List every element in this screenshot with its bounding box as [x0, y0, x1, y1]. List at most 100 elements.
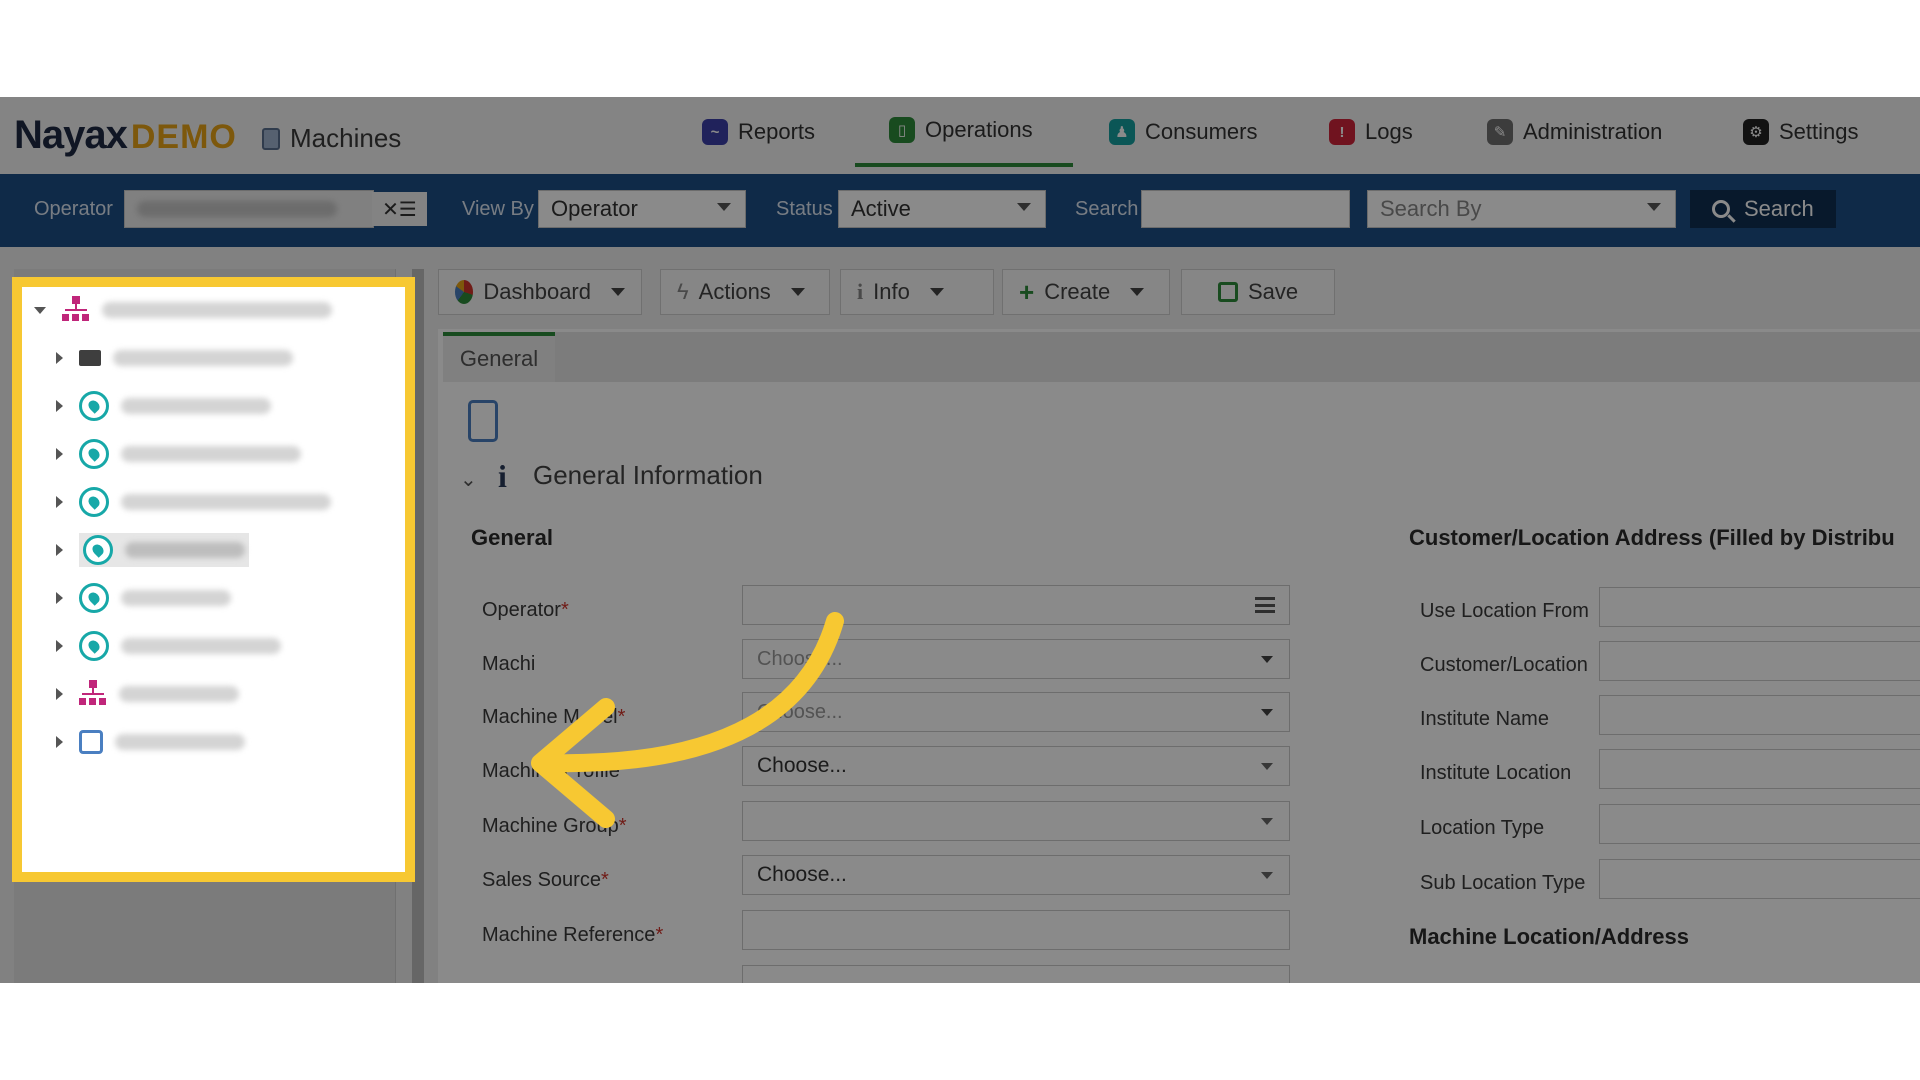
tree-row-location[interactable] [56, 483, 331, 521]
expand-arrow-icon[interactable] [56, 688, 63, 700]
tree-row-root[interactable] [34, 291, 332, 329]
sales-source-select[interactable]: Choose... [742, 855, 1290, 895]
expand-arrow-icon[interactable] [56, 400, 63, 412]
expand-arrow-icon[interactable] [56, 736, 63, 748]
machine-profile-label: Machine Profile [482, 760, 620, 782]
tree-row-location[interactable] [56, 579, 231, 617]
tree-row-location[interactable] [56, 387, 271, 425]
institute-name-input[interactable] [1599, 695, 1920, 735]
operator-clear-list-button[interactable]: ✕☰ [372, 192, 427, 226]
chevron-down-icon [717, 203, 731, 211]
institute-location-input[interactable] [1599, 749, 1920, 789]
nav-consumers[interactable]: ♟ Consumers [1109, 119, 1257, 145]
pie-chart-icon [455, 280, 474, 304]
tree-row-bag[interactable] [56, 723, 245, 761]
lightning-icon: ϟ [677, 279, 689, 304]
expand-arrow-icon[interactable] [56, 496, 63, 508]
breadcrumb-label: Machines [290, 123, 402, 153]
expand-arrow-icon[interactable] [56, 592, 63, 604]
operator-field[interactable] [742, 585, 1290, 625]
tab-strip [555, 332, 1920, 382]
machine-model-select[interactable]: Choose... [742, 692, 1290, 732]
nav-settings[interactable]: ⚙ Settings [1743, 119, 1859, 145]
info-button[interactable]: i Info [840, 269, 994, 315]
search-input[interactable] [1141, 190, 1350, 228]
view-by-select[interactable]: Operator [538, 190, 746, 228]
machine-number-input[interactable] [742, 965, 1290, 983]
nayax-logo[interactable]: Nayax DEMO [14, 113, 237, 158]
org-chart-icon [79, 680, 107, 708]
sub-location-type-input[interactable] [1599, 859, 1920, 899]
general-heading: General [471, 525, 553, 550]
sales-source-label: Sales Source* [482, 869, 609, 891]
save-button[interactable]: Save [1181, 269, 1335, 315]
customer-location-input[interactable] [1599, 641, 1920, 681]
tree-row-org[interactable] [56, 675, 239, 713]
nav-operations[interactable]: ▯ Operations [889, 117, 1033, 143]
expand-arrow-icon[interactable] [56, 352, 63, 364]
list-icon[interactable] [1255, 597, 1275, 613]
tree-label-redacted [121, 398, 271, 414]
operator-label: Operator [34, 198, 113, 220]
operator-value-redacted [137, 201, 337, 217]
machine-select[interactable]: Choose... [742, 639, 1290, 679]
use-location-from-label: Use Location From [1420, 600, 1589, 622]
tree-label-redacted [119, 686, 239, 702]
create-button[interactable]: + Create [1002, 269, 1170, 315]
actions-button[interactable]: ϟ Actions [660, 269, 830, 315]
customer-location-heading: Customer/Location Address (Filled by Dis… [1409, 525, 1895, 550]
floppy-disk-icon [1218, 282, 1238, 302]
location-type-label: Location Type [1420, 817, 1545, 839]
chevron-down-icon[interactable]: ⌄ [460, 467, 477, 492]
location-pin-icon [79, 583, 109, 613]
tree-row-location-selected[interactable] [56, 531, 249, 569]
expand-arrow-icon[interactable] [56, 448, 63, 460]
search-icon [1712, 200, 1730, 218]
expand-arrow-icon[interactable] [56, 544, 63, 556]
tree-row-location[interactable] [56, 627, 281, 665]
nav-logs[interactable]: ! Logs [1329, 119, 1413, 145]
expand-arrow-icon[interactable] [34, 306, 46, 314]
location-type-input[interactable] [1599, 804, 1920, 844]
search-label: Search [1075, 198, 1139, 220]
use-location-from-input[interactable] [1599, 587, 1920, 627]
section-title: General Information [533, 460, 763, 490]
chevron-down-icon [929, 288, 944, 296]
chevron-down-icon [1130, 288, 1145, 296]
operator-field-label: Operator* [482, 599, 569, 621]
chevron-down-icon [1261, 763, 1273, 770]
tree-row-folder[interactable] [56, 339, 293, 377]
tree-label-redacted [113, 350, 293, 366]
app-frame: Nayax DEMO Machines ~ Reports ▯ Operation… [0, 97, 1920, 983]
machine-reference-input[interactable] [742, 910, 1290, 950]
plus-icon: + [1019, 276, 1035, 307]
machine-group-label: Machine Group* [482, 815, 627, 837]
tree-row-location[interactable] [56, 435, 301, 473]
search-by-select[interactable]: Search By [1367, 190, 1676, 228]
info-icon: i [857, 279, 864, 304]
machine-profile-select[interactable]: Choose... [742, 746, 1290, 786]
dashboard-button[interactable]: Dashboard [438, 269, 642, 315]
location-pin-icon [79, 631, 109, 661]
administration-icon: ✎ [1487, 119, 1513, 145]
filter-bar: Operator ✕☰ View By Operator Status Acti… [0, 174, 1920, 247]
nav-administration[interactable]: ✎ Administration [1487, 119, 1662, 145]
tab-general[interactable]: General [443, 332, 555, 382]
expand-arrow-icon[interactable] [56, 640, 63, 652]
chevron-down-icon [1017, 203, 1031, 211]
operator-input[interactable] [124, 190, 374, 228]
chevron-down-icon [1261, 709, 1273, 716]
folder-icon [79, 350, 101, 366]
machine-model-field-label: Machine Model* [482, 706, 626, 728]
status-select[interactable]: Active [838, 190, 1046, 228]
tree-label-redacted [121, 494, 331, 510]
reports-icon: ~ [702, 119, 728, 145]
nav-reports[interactable]: ~ Reports [702, 119, 815, 145]
logs-icon: ! [1329, 119, 1355, 145]
chevron-down-icon [611, 288, 625, 296]
tree-label-redacted [121, 638, 281, 654]
sub-location-type-label: Sub Location Type [1420, 872, 1586, 894]
search-button[interactable]: Search [1690, 190, 1836, 228]
chevron-down-icon [1261, 818, 1273, 825]
machine-group-select[interactable] [742, 801, 1290, 841]
